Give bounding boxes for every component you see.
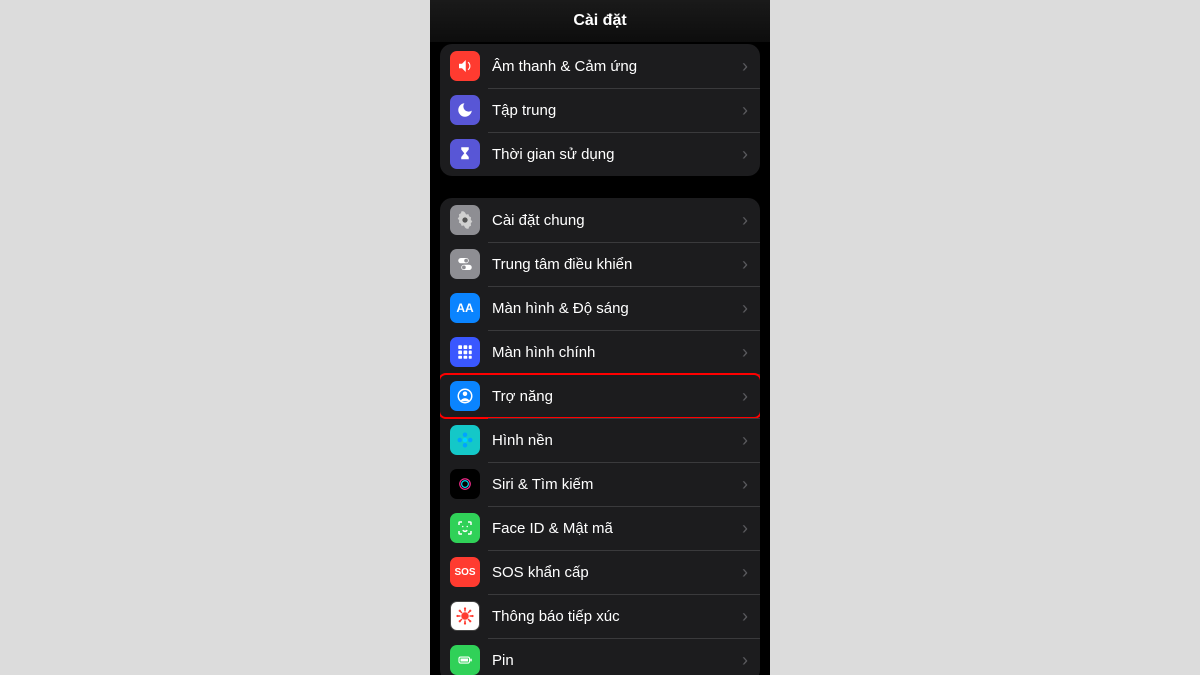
- settings-row-siri[interactable]: Siri & Tìm kiếm›: [440, 462, 760, 506]
- grid-icon: [450, 337, 480, 367]
- sos-icon: SOS: [450, 557, 480, 587]
- settings-row-exposure[interactable]: Thông báo tiếp xúc›: [440, 594, 760, 638]
- chevron-right-icon: ›: [742, 210, 748, 231]
- settings-row-screen[interactable]: Thời gian sử dụng›: [440, 132, 760, 176]
- settings-row-display[interactable]: AA Màn hình & Độ sáng›: [440, 286, 760, 330]
- phone-frame: Cài đặt Âm thanh & Cảm ứng›Tập trung›Thờ…: [430, 0, 770, 675]
- row-label: Trung tâm điều khiển: [492, 256, 742, 273]
- hourglass-icon: [450, 139, 480, 169]
- chevron-right-icon: ›: [742, 298, 748, 319]
- person-icon: [450, 381, 480, 411]
- page-title: Cài đặt: [430, 0, 770, 42]
- settings-group: Âm thanh & Cảm ứng›Tập trung›Thời gian s…: [440, 44, 760, 176]
- chevron-right-icon: ›: [742, 342, 748, 363]
- chevron-right-icon: ›: [742, 100, 748, 121]
- row-label: Thông báo tiếp xúc: [492, 608, 742, 625]
- settings-row-wallpaper[interactable]: Hình nền›: [440, 418, 760, 462]
- row-label: Cài đặt chung: [492, 212, 742, 229]
- settings-row-general[interactable]: Cài đặt chung›: [440, 198, 760, 242]
- settings-list: Âm thanh & Cảm ứng›Tập trung›Thời gian s…: [430, 44, 770, 675]
- settings-row-sound[interactable]: Âm thanh & Cảm ứng›: [440, 44, 760, 88]
- row-label: Thời gian sử dụng: [492, 146, 742, 163]
- row-label: Face ID & Mật mã: [492, 520, 742, 537]
- chevron-right-icon: ›: [742, 562, 748, 583]
- row-label: Trợ năng: [492, 388, 742, 405]
- settings-row-battery[interactable]: Pin›: [440, 638, 760, 675]
- battery-icon: [450, 645, 480, 675]
- row-label: Màn hình chính: [492, 344, 742, 361]
- settings-row-sos[interactable]: SOS SOS khẩn cấp›: [440, 550, 760, 594]
- settings-row-access[interactable]: Trợ năng›: [440, 374, 760, 418]
- moon-icon: [450, 95, 480, 125]
- face-icon: [450, 513, 480, 543]
- row-label: SOS khẩn cấp: [492, 564, 742, 581]
- settings-row-home[interactable]: Màn hình chính›: [440, 330, 760, 374]
- row-label: Siri & Tìm kiếm: [492, 476, 742, 493]
- chevron-right-icon: ›: [742, 386, 748, 407]
- row-label: Hình nền: [492, 432, 742, 449]
- row-label: Âm thanh & Cảm ứng: [492, 58, 742, 75]
- settings-row-focus[interactable]: Tập trung›: [440, 88, 760, 132]
- row-label: Màn hình & Độ sáng: [492, 300, 742, 317]
- aa-icon: AA: [450, 293, 480, 323]
- chevron-right-icon: ›: [742, 606, 748, 627]
- switches-icon: [450, 249, 480, 279]
- chevron-right-icon: ›: [742, 254, 748, 275]
- settings-row-faceid[interactable]: Face ID & Mật mã›: [440, 506, 760, 550]
- row-label: Tập trung: [492, 102, 742, 119]
- settings-group: Cài đặt chung›Trung tâm điều khiển›AAMàn…: [440, 198, 760, 675]
- chevron-right-icon: ›: [742, 650, 748, 671]
- chevron-right-icon: ›: [742, 144, 748, 165]
- chevron-right-icon: ›: [742, 518, 748, 539]
- chevron-right-icon: ›: [742, 430, 748, 451]
- siri-icon: [450, 469, 480, 499]
- speaker-icon: [450, 51, 480, 81]
- flower-icon: [450, 425, 480, 455]
- chevron-right-icon: ›: [742, 474, 748, 495]
- settings-row-control[interactable]: Trung tâm điều khiển›: [440, 242, 760, 286]
- covid-icon: [450, 601, 480, 631]
- row-label: Pin: [492, 652, 742, 669]
- chevron-right-icon: ›: [742, 56, 748, 77]
- gear-icon: [450, 205, 480, 235]
